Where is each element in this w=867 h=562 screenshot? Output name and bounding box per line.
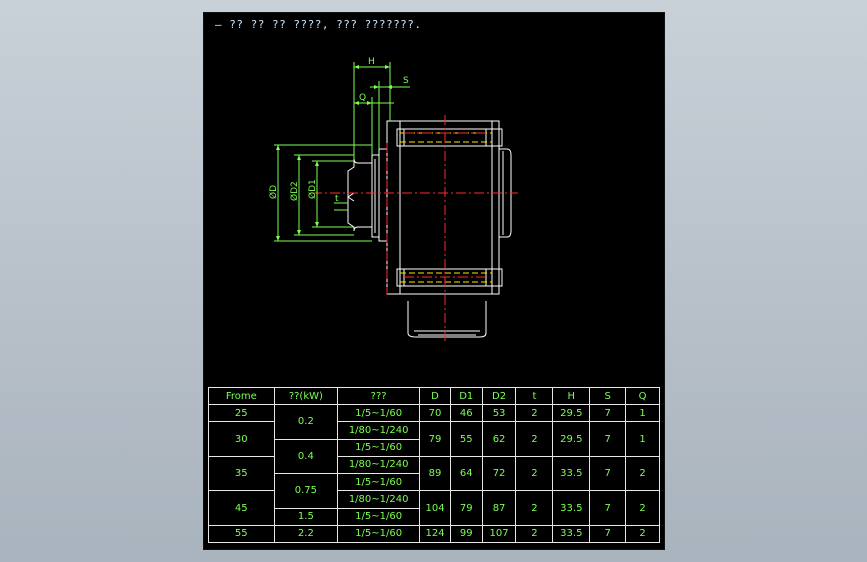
cell-power: 0.4 [273, 438, 339, 474]
cell-d1: 55 [449, 421, 483, 457]
cell-frame: 45 [208, 490, 275, 526]
cell-d1: 79 [449, 490, 483, 526]
cell-d1: 99 [449, 524, 483, 544]
cell-q: 2 [625, 524, 660, 544]
cell-d2: 62 [481, 421, 517, 457]
cell-s: 7 [589, 403, 627, 423]
cell-ratio: 1/80~1/240 [337, 421, 421, 440]
cell-frame: 35 [208, 455, 275, 492]
cell-t: 2 [515, 403, 554, 423]
table-header-row: Frome ??(kW) ??? D D1 D2 t H S Q [208, 387, 660, 405]
cell-d1: 46 [449, 403, 483, 423]
cell-ratio: 1/80~1/240 [337, 455, 421, 475]
cell-s: 7 [589, 524, 627, 544]
cell-h: 29.5 [552, 421, 591, 457]
header-frame: Frome [208, 387, 275, 405]
cell-d2: 72 [481, 455, 517, 492]
cell-ratio: 1/5~1/60 [337, 507, 421, 526]
cell-d1: 64 [449, 455, 483, 492]
cell-h: 33.5 [552, 524, 591, 544]
cell-d: 124 [419, 524, 451, 544]
cell-q: 1 [625, 403, 660, 423]
dim-label-s: S [403, 76, 409, 86]
dimension-lines [274, 62, 410, 242]
cell-ratio: 1/5~1/60 [337, 438, 421, 457]
cell-d2: 107 [481, 524, 517, 544]
cell-t: 2 [515, 524, 554, 544]
dim-label-d2: ØD2 [289, 181, 300, 201]
header-s: S [589, 387, 627, 405]
cell-ratio: 1/5~1/60 [337, 403, 421, 423]
cell-d: 104 [419, 490, 451, 526]
cell-d: 79 [419, 421, 451, 457]
cell-frame: 25 [208, 403, 275, 423]
cell-h: 33.5 [552, 490, 591, 526]
cell-ratio: 1/80~1/240 [337, 490, 421, 509]
cell-d2: 87 [481, 490, 517, 526]
table-row: 25 0.2 1/5~1/60 70 46 53 2 29.5 7 1 [208, 403, 660, 440]
cell-ratio: 1/5~1/60 [337, 472, 421, 492]
hidden-lines [400, 132, 492, 283]
drawing-canvas: — ?? ?? ?? ????, ??? ???????. H S Q ØD Ø… [203, 12, 665, 550]
cell-q: 2 [625, 455, 660, 492]
cell-power: 0.2 [273, 404, 339, 440]
cell-power: 1.5 [273, 507, 339, 526]
cell-s: 7 [589, 490, 627, 526]
dim-label-d1: ØD1 [307, 179, 318, 199]
header-h: H [552, 387, 591, 405]
cell-t: 2 [515, 455, 554, 492]
cell-d2: 53 [481, 403, 517, 423]
motor-body [407, 301, 487, 338]
center-lines [312, 115, 518, 343]
dim-label-t: t [335, 194, 339, 204]
table-row: 55 2.2 1/5~1/60 124 99 107 2 33.5 7 2 [208, 524, 660, 544]
spec-table: Frome ??(kW) ??? D D1 D2 t H S Q 25 0.2 … [208, 387, 660, 544]
header-d1: D1 [449, 387, 483, 405]
cell-s: 7 [589, 421, 627, 457]
cell-ratio: 1/5~1/60 [337, 524, 421, 544]
header-power: ??(kW) [273, 387, 339, 405]
header-d2: D2 [481, 387, 517, 405]
cell-frame: 55 [208, 524, 275, 544]
dim-label-q: Q [359, 93, 366, 103]
cell-frame: 30 [208, 421, 275, 457]
dim-label-h: H [368, 57, 375, 67]
dim-label-d: ØD [268, 185, 279, 199]
cell-power: 0.75 [273, 473, 339, 509]
cell-q: 2 [625, 490, 660, 526]
cell-d: 70 [419, 403, 451, 423]
cell-d: 89 [419, 455, 451, 492]
header-t: t [515, 387, 554, 405]
header-d: D [419, 387, 451, 405]
cell-s: 7 [589, 455, 627, 492]
cell-h: 33.5 [552, 455, 591, 492]
cell-h: 29.5 [552, 403, 591, 423]
cell-q: 1 [625, 421, 660, 457]
cell-t: 2 [515, 421, 554, 457]
header-ratio: ??? [337, 387, 421, 405]
cell-t: 2 [515, 490, 554, 526]
cell-power: 2.2 [273, 524, 339, 544]
dimension-labels: H S Q ØD ØD2 ØD1 t [268, 57, 409, 204]
header-q: Q [625, 387, 660, 405]
